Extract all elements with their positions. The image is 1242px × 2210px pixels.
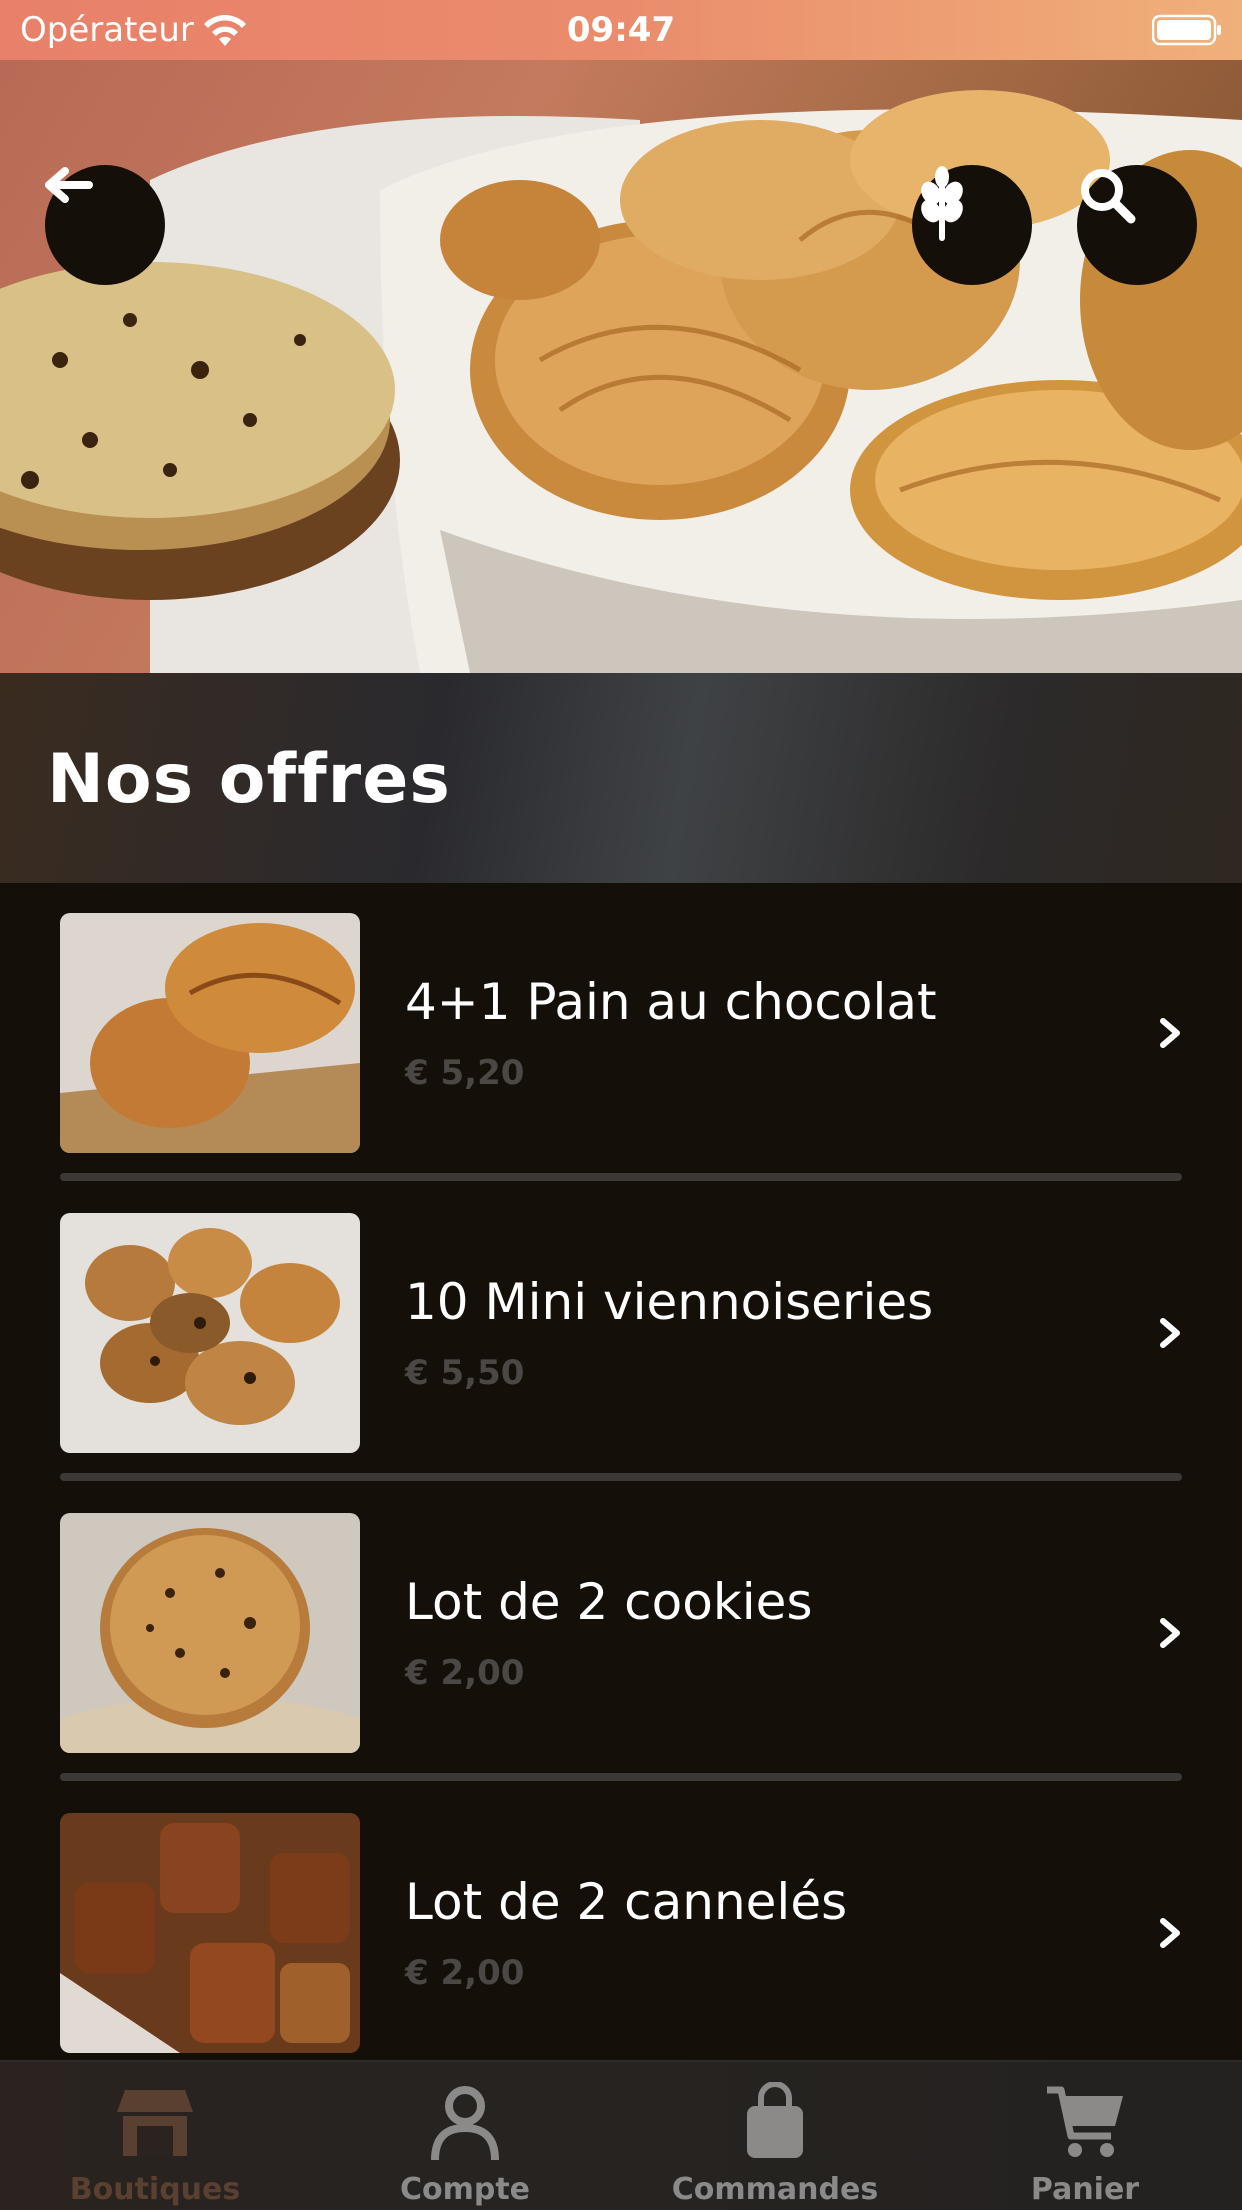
offer-thumbnail xyxy=(60,1813,360,2053)
offer-name: Lot de 2 cannelés xyxy=(405,1873,848,1931)
arrow-left-icon xyxy=(45,167,93,203)
pastry-basket-illustration xyxy=(0,90,1242,673)
grain-button[interactable] xyxy=(912,165,1032,285)
tab-panier[interactable]: Panier xyxy=(930,2062,1240,2210)
tab-label: Commandes xyxy=(671,2172,879,2207)
tab-compte[interactable]: Compte xyxy=(310,2062,620,2210)
search-icon xyxy=(1081,169,1136,224)
offer-item[interactable]: Lot de 2 cookies € 2,00 xyxy=(0,1483,1242,1783)
divider xyxy=(60,1773,1182,1781)
bag-icon xyxy=(747,2082,803,2158)
chevron-right-icon xyxy=(1160,1618,1180,1648)
chevron-right-icon xyxy=(1160,1918,1180,1948)
offer-item[interactable]: Lot de 2 cannelés € 2,00 xyxy=(0,1783,1242,2083)
divider xyxy=(60,1173,1182,1181)
hero-image xyxy=(0,60,1242,673)
tab-boutiques[interactable]: Boutiques xyxy=(0,2062,310,2210)
offer-name: Lot de 2 cookies xyxy=(405,1573,813,1631)
tab-label: Boutiques xyxy=(69,2172,241,2207)
offer-price: € 5,20 xyxy=(405,1053,525,1093)
tab-commandes[interactable]: Commandes xyxy=(620,2062,930,2210)
offer-thumbnail xyxy=(60,1513,360,1753)
chevron-right-icon xyxy=(1160,1018,1180,1048)
offer-item[interactable]: 4+1 Pain au chocolat € 5,20 xyxy=(0,883,1242,1183)
search-button[interactable] xyxy=(1077,165,1197,285)
user-icon xyxy=(431,2086,499,2161)
offer-price: € 5,50 xyxy=(405,1353,525,1393)
status-bar: Opérateur 09:47 xyxy=(0,0,1242,60)
offer-thumbnail xyxy=(60,913,360,1153)
store-icon xyxy=(117,2090,193,2156)
cart-icon xyxy=(1047,2086,1123,2157)
offer-price: € 2,00 xyxy=(405,1653,525,1693)
offer-item[interactable]: 10 Mini viennoiseries € 5,50 xyxy=(0,1183,1242,1483)
battery-icon xyxy=(1152,14,1221,46)
offer-name: 4+1 Pain au chocolat xyxy=(405,973,937,1031)
offer-thumbnail xyxy=(60,1213,360,1453)
page-title: Nos offres xyxy=(47,740,451,819)
offer-name: 10 Mini viennoiseries xyxy=(405,1273,934,1331)
back-button[interactable] xyxy=(45,165,165,285)
divider xyxy=(60,1473,1182,1481)
status-time: 09:47 xyxy=(566,10,676,50)
offer-price: € 2,00 xyxy=(405,1953,525,1993)
wheat-icon xyxy=(921,166,963,241)
chevron-right-icon xyxy=(1160,1318,1180,1348)
tab-label: Compte xyxy=(399,2172,531,2207)
tab-label: Panier xyxy=(1030,2172,1140,2207)
tab-bar: Boutiques Compte Commandes Panier xyxy=(0,2060,1242,2210)
